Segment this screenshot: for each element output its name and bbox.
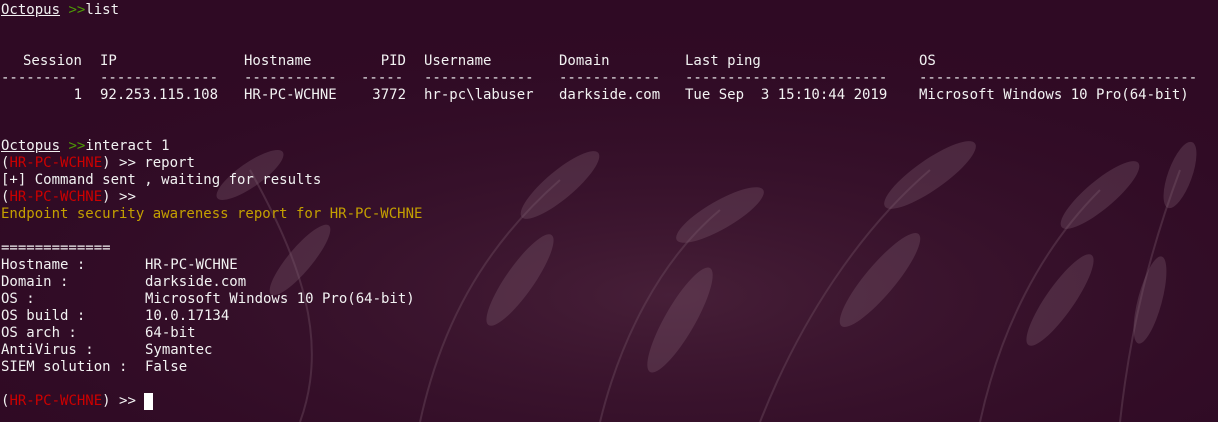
report-field-label: OS arch : [1, 325, 77, 341]
table-header-domain: Domain [559, 53, 610, 69]
report-field: Domain : darkside.com [1, 274, 1218, 291]
table-header-os: OS [919, 53, 936, 69]
report-field-label: Hostname : [1, 257, 86, 273]
table-separator: ------------------------ [685, 70, 888, 86]
prompt-name: Octopus [1, 138, 61, 154]
table-separator: ------------- [424, 70, 534, 86]
report-field-label: OS build : [1, 308, 86, 324]
table-cell-ip: 92.253.115.108 [100, 87, 219, 103]
table-header-last-ping: Last ping [685, 53, 761, 69]
report-field: OS : Microsoft Windows 10 Pro(64-bit) [1, 291, 1218, 308]
prompt-symbol: >> [68, 138, 86, 154]
table-separator: ----- [361, 70, 404, 86]
text-cursor[interactable] [144, 393, 154, 410]
report-field-value: Symantec [145, 342, 213, 358]
terminal-input-line[interactable]: (HR-PC-WCHNE) >> [1, 393, 1218, 410]
table-cell-pid: 3772 [372, 87, 406, 103]
table-cell-hostname: HR-PC-WCHNE [244, 87, 337, 103]
prompt-symbol: >> [68, 2, 86, 18]
table-cell-session: 1 [73, 87, 82, 103]
report-field-value: 64-bit [145, 325, 196, 341]
table-separator-row: --------- -------------- ----------- ----- -… [1, 70, 1218, 87]
terminal-line: Octopus >>list [1, 2, 1218, 19]
prompt-name: Octopus [1, 2, 61, 18]
session-host: HR-PC-WCHNE [9, 393, 103, 409]
report-field-value: False [145, 359, 188, 375]
terminal-window[interactable]: Octopus >>list Session IP Hostname PID Usern… [0, 0, 1218, 422]
session-host: HR-PC-WCHNE [9, 155, 103, 171]
report-field: OS arch : 64-bit [1, 325, 1218, 342]
table-cell-username: hr-pc\labuser [424, 87, 534, 103]
table-header-row: Session IP Hostname PID Username Domain Last p… [1, 53, 1218, 70]
report-field-label: OS : [1, 291, 35, 307]
paren-close: ) [102, 189, 111, 205]
table-cell-os: Microsoft Windows 10 Pro(64-bit) [919, 87, 1189, 103]
report-divider: ============= [1, 240, 111, 256]
table-separator: ----------- [244, 70, 337, 86]
session-host: HR-PC-WCHNE [9, 189, 103, 205]
table-header-ip: IP [100, 53, 117, 69]
table-cell-domain: darkside.com [559, 87, 661, 103]
report-field: Hostname : HR-PC-WCHNE [1, 257, 1218, 274]
report-field-label: Domain : [1, 274, 69, 290]
command-text: interact 1 [85, 138, 170, 154]
table-separator: -------------- [100, 70, 219, 86]
status-line: [+] Command sent , waiting for results [1, 172, 322, 188]
terminal-line: Octopus >>interact 1 [1, 138, 1218, 155]
session-symbol: >> [119, 155, 136, 171]
paren-close: ) [102, 393, 111, 409]
table-row: 1 92.253.115.108 HR-PC-WCHNE 3772 hr-pc\labu… [1, 87, 1218, 104]
table-header-hostname: Hostname [244, 53, 312, 69]
report-field-value: Microsoft Windows 10 Pro(64-bit) [145, 291, 415, 307]
report-field-label: AntiVirus : [1, 342, 94, 358]
report-field: AntiVirus : Symantec [1, 342, 1218, 359]
report-field-value: darkside.com [145, 274, 247, 290]
report-field-label: SIEM solution : [1, 359, 128, 375]
report-field: OS build : 10.0.17134 [1, 308, 1218, 325]
table-separator: --------------------------------- [919, 70, 1198, 86]
table-cell-last-ping: Tue Sep 3 15:10:44 2019 [685, 87, 888, 103]
report-title: Endpoint security awareness report for H… [1, 206, 423, 222]
session-symbol: >> [119, 393, 136, 409]
table-header-pid: PID [380, 53, 406, 69]
table-separator: --------- [1, 70, 77, 86]
report-field-value: HR-PC-WCHNE [145, 257, 238, 273]
table-separator: ------------ [559, 70, 661, 86]
table-header-session: Session [22, 53, 82, 69]
report-field-value: 10.0.17134 [145, 308, 230, 324]
terminal-line: (HR-PC-WCHNE) >> report [1, 155, 1218, 172]
terminal-line: (HR-PC-WCHNE) >> [1, 189, 1218, 206]
command-text: report [144, 155, 195, 171]
report-field: SIEM solution : False [1, 359, 1218, 376]
command-text: list [85, 2, 120, 18]
paren-close: ) [102, 155, 111, 171]
table-header-username: Username [424, 53, 492, 69]
session-symbol: >> [119, 189, 136, 205]
